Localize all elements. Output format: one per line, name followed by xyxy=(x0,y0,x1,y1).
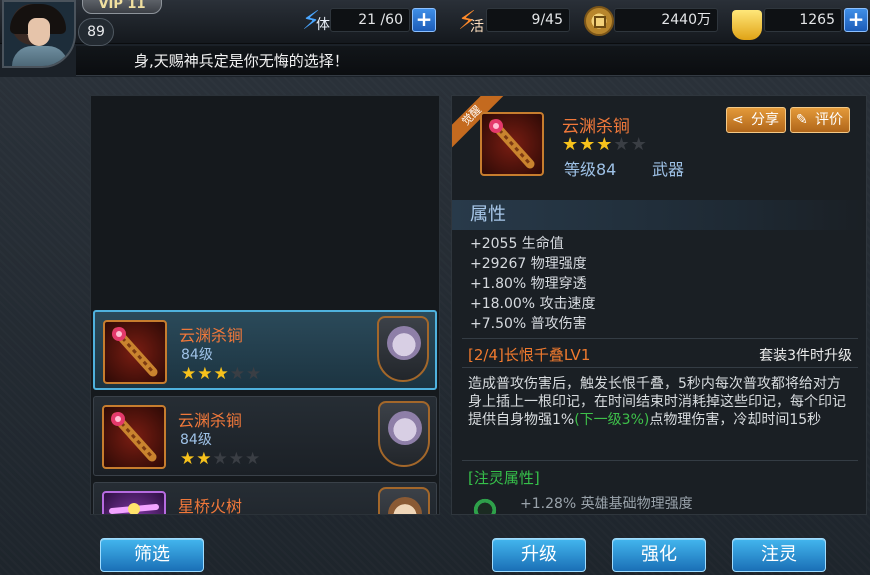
hero-face-icon xyxy=(388,497,422,514)
equipment-name: 云渊杀锏 xyxy=(178,411,243,430)
announcement-marquee: 身,天赐神兵定是你无悔的选择！ xyxy=(76,46,870,76)
attribute-stat: +2055 生命值 xyxy=(470,236,564,252)
star-empty-icon: ★ xyxy=(245,449,262,469)
mace-weapon-icon xyxy=(480,112,544,176)
equipment-list-item[interactable]: 云渊杀锏 84级 ★★★★★ xyxy=(93,396,437,476)
attribute-stat: +1.80% 物理穿透 xyxy=(470,276,587,292)
set-desc-next-level: (下一级3%) xyxy=(574,412,650,428)
vip-badge[interactable]: VIP 11 xyxy=(82,0,162,14)
player-level-badge: 89 xyxy=(78,18,114,46)
filter-button[interactable]: 筛选 xyxy=(100,538,204,572)
equipment-list-item[interactable]: 云渊杀锏 84级 ★★★★★ xyxy=(93,310,437,390)
equipment-stars: ★★★★★ xyxy=(180,449,261,469)
stamina-resource: ⚡ 体 21 /60 + xyxy=(296,6,438,36)
equipment-level: 84级 xyxy=(180,432,212,448)
divider xyxy=(462,367,858,368)
equipment-stars: ★★★★★ xyxy=(181,364,262,384)
star-empty-icon: ★ xyxy=(212,449,229,469)
star-empty-icon: ★ xyxy=(630,134,648,155)
set-bonus-condition: 套装3件时升级 xyxy=(759,348,852,364)
star-filled-icon: ★ xyxy=(181,364,198,384)
hero-portrait-shield[interactable] xyxy=(378,401,430,467)
equipment-detail-panel: 觉醒 云渊杀锏 ★★★★★ 等级84 武器 ⋖ 分享 ✎ 评价 属性 +2055… xyxy=(451,95,867,515)
attribute-stat: +29267 物理强度 xyxy=(470,256,587,272)
coins-value: 2440万 xyxy=(614,8,718,32)
hero-face-icon xyxy=(388,411,422,445)
attribute-list: +2055 生命值 +29267 物理强度 +1.80% 物理穿透 +18.00… xyxy=(470,234,596,334)
detail-type: 武器 xyxy=(652,160,685,179)
equipment-list[interactable]: 云渊杀锏 84级 ★★★★★ 云渊杀锏 84级 ★★★★★ 星桥火树 xyxy=(90,95,440,515)
hero-portrait-shield[interactable] xyxy=(377,316,429,382)
star-empty-icon: ★ xyxy=(229,364,246,384)
detail-level: 等级84 xyxy=(564,160,617,179)
equipment-name: 云渊杀锏 xyxy=(179,326,244,345)
star-empty-icon: ★ xyxy=(228,449,245,469)
equipment-name: 星桥火树 xyxy=(178,497,243,515)
set-desc-text-end: 点物理伤害，冷却时间15秒 xyxy=(649,412,822,428)
star-filled-icon: ★ xyxy=(196,449,213,469)
copper-coin-icon xyxy=(584,6,614,36)
gold-plus-button[interactable]: + xyxy=(844,8,868,32)
avatar-face xyxy=(28,18,50,46)
edit-icon: ✎ xyxy=(796,112,808,128)
equipment-list-item[interactable]: 星桥火树 xyxy=(93,482,437,515)
review-label: 评价 xyxy=(815,112,843,128)
hero-face-icon xyxy=(387,326,421,360)
attributes-header: 属性 xyxy=(452,200,866,230)
avatar-robe xyxy=(12,46,68,66)
star-filled-icon: ★ xyxy=(579,134,597,155)
star-filled-icon: ★ xyxy=(562,134,580,155)
star-filled-icon: ★ xyxy=(213,364,230,384)
spirit-attributes-title: [注灵属性] xyxy=(468,469,540,487)
mace-weapon-icon xyxy=(103,320,167,384)
vitality-value: 9/45 xyxy=(486,8,570,32)
gold-value: 1265 xyxy=(764,8,842,32)
divider xyxy=(462,460,858,461)
vitality-resource: ⚡ 活 9/45 xyxy=(452,6,572,36)
gold-ingot-icon xyxy=(732,10,762,40)
star-filled-icon: ★ xyxy=(197,364,214,384)
hero-portrait-shield[interactable] xyxy=(378,487,430,514)
star-filled-icon: ★ xyxy=(180,449,197,469)
star-empty-icon: ★ xyxy=(246,364,263,384)
share-icon: ⋖ xyxy=(732,112,744,128)
share-button[interactable]: ⋖ 分享 xyxy=(726,107,786,133)
fire-tree-weapon-icon xyxy=(102,491,166,514)
stamina-label: 体 xyxy=(316,17,330,33)
gold-resource: 1265 + xyxy=(732,6,868,40)
player-avatar[interactable] xyxy=(2,0,76,68)
set-bonus-title: [2/4]长恨千叠LV1 xyxy=(468,346,591,364)
infuse-button[interactable]: 注灵 xyxy=(732,538,826,572)
stamina-plus-button[interactable]: + xyxy=(412,8,436,32)
star-filled-icon: ★ xyxy=(596,134,614,155)
spirit-attribute-stat: +1.28% 英雄基础物理强度 xyxy=(520,496,693,512)
star-empty-icon: ★ xyxy=(613,134,631,155)
review-button[interactable]: ✎ 评价 xyxy=(790,107,850,133)
spirit-gem-icon xyxy=(468,493,502,514)
enhance-button[interactable]: 强化 xyxy=(612,538,706,572)
equipment-level: 84级 xyxy=(181,347,213,363)
attribute-stat: +7.50% 普攻伤害 xyxy=(470,316,587,332)
attribute-stat: +18.00% 攻击速度 xyxy=(470,296,596,312)
divider xyxy=(462,338,858,339)
upgrade-button[interactable]: 升级 xyxy=(492,538,586,572)
detail-stars: ★★★★★ xyxy=(562,134,648,155)
set-bonus-description: 造成普攻伤害后，触发长恨千叠，5秒内每次普攻都将给对方身上插上一根印记，在时间结… xyxy=(468,375,854,429)
vitality-label: 活 xyxy=(470,19,484,35)
coins-resource: 2440万 xyxy=(584,6,720,36)
share-label: 分享 xyxy=(751,112,779,128)
mace-weapon-icon xyxy=(102,405,166,469)
stamina-value: 21 /60 xyxy=(330,8,410,32)
